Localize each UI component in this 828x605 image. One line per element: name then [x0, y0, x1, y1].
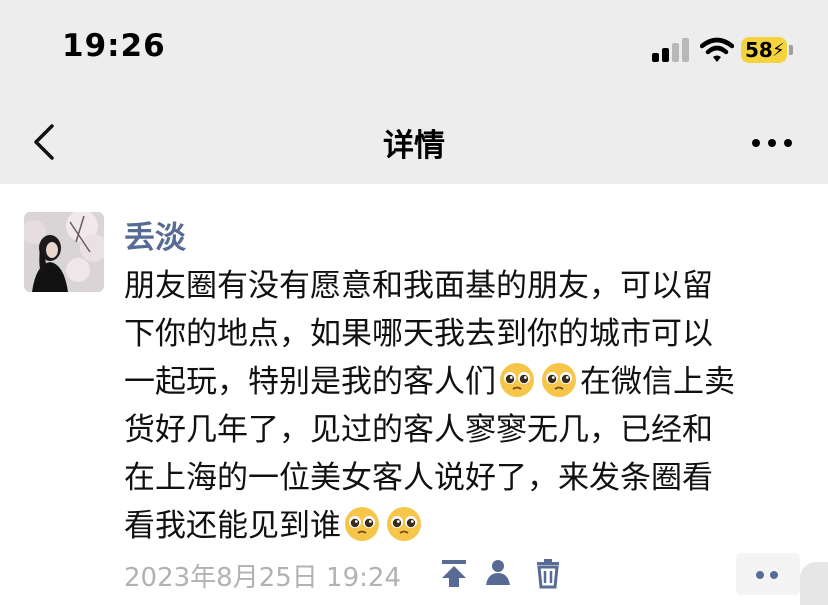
post-line: 一起玩，特别是我的客人们 在微信上卖	[124, 363, 735, 400]
pleading-face-emoji	[500, 363, 534, 397]
more-icon[interactable]	[748, 128, 796, 156]
nav-bar: 详情	[0, 100, 828, 184]
post-line: 货好几年了，见过的客人寥寥无几，已经和	[124, 412, 713, 448]
trash-icon[interactable]	[532, 557, 564, 589]
status-time: 19:26	[62, 28, 166, 64]
page-title: 详情	[383, 128, 445, 164]
post-timestamp: 2023年8月25日 19:24	[124, 563, 401, 593]
signal-icon	[652, 38, 690, 62]
post-footer: 2023年8月25日 19:24	[124, 553, 824, 595]
post-line: 看我还能见到谁	[124, 502, 804, 550]
status-bar: 19:26 58 ⚡	[0, 0, 828, 100]
battery-indicator: 58 ⚡	[741, 37, 787, 63]
charging-bolt-icon: ⚡	[772, 40, 785, 61]
pleading-face-emoji	[387, 507, 421, 541]
battery-cap	[789, 45, 793, 55]
post-text: 朋友圈有没有愿意和我面基的朋友，可以留 下你的地点，如果哪天我去到你的城市可以 …	[124, 262, 804, 550]
pleading-face-emoji	[542, 363, 576, 397]
battery-level: 58	[745, 38, 773, 62]
wifi-icon	[700, 37, 734, 62]
post-line: 下你的地点，如果哪天我去到你的城市可以	[124, 316, 713, 352]
pin-top-icon[interactable]	[438, 557, 470, 589]
comment-more-icon[interactable]	[736, 553, 800, 595]
author-name[interactable]: 丢淡	[124, 212, 186, 257]
post-line: 在上海的一位美女客人说好了，来发条圈看	[124, 460, 713, 496]
people-icon[interactable]	[484, 557, 516, 589]
avatar[interactable]	[24, 212, 104, 292]
post-line: 朋友圈有没有愿意和我面基的朋友，可以留	[124, 268, 713, 304]
pleading-face-emoji	[345, 507, 379, 541]
scroll-edge	[800, 562, 828, 605]
